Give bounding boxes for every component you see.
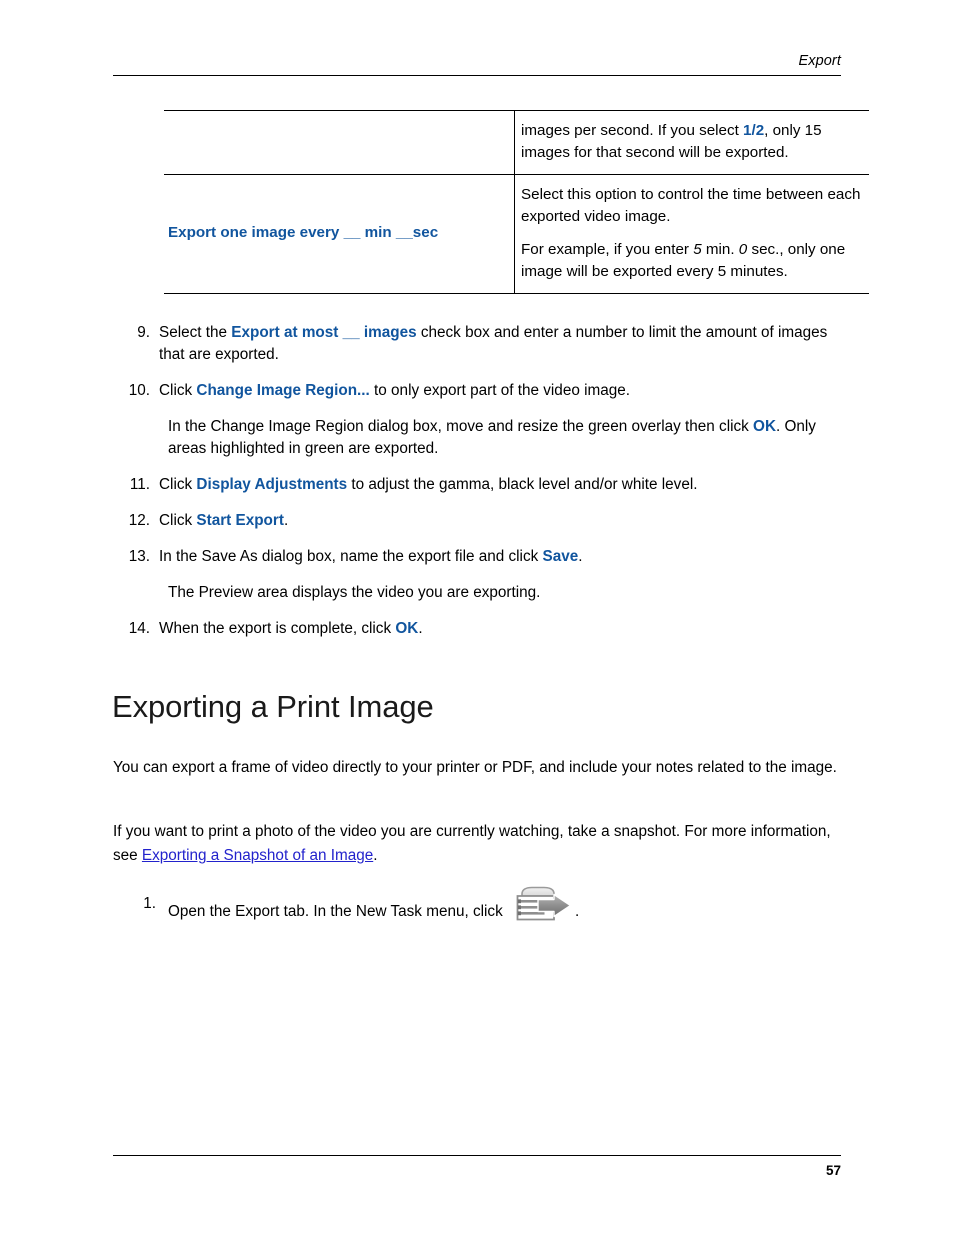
ui-term-change-image-region: Change Image Region... [196,382,370,399]
procedure-steps-continued: 9. Select the Export at most __ images c… [113,322,843,654]
table-cell-option-label: Export one image every __ min __sec [164,174,515,294]
step-text: Click Change Image Region... to only exp… [159,380,843,402]
export-image-icon [513,886,573,924]
step-10-subparagraph: In the Change Image Region dialog box, m… [168,416,843,460]
step-text: Open the Export tab. In the New Task men… [168,886,843,931]
table-row: images per second. If you select 1/2, on… [164,110,869,175]
table-description-paragraph: images per second. If you select 1/2, on… [521,120,861,163]
page-header: Export [113,52,841,76]
list-item-step-9: 9. Select the Export at most __ images c… [113,322,843,366]
step-number: 9. [137,324,150,341]
procedure-steps-print-image: 1. Open the Export tab. In the New Task … [113,886,843,945]
step-13-subparagraph: The Preview area displays the video you … [168,584,541,601]
step-number: 13. [128,548,150,565]
ui-term-ok: OK [395,620,419,637]
document-page: Export images per second. If you select … [0,0,954,1235]
list-item-step-10: 10. Click Change Image Region... to only… [113,380,843,402]
ui-term-ok: OK [753,418,776,435]
page-footer: 57 [113,1155,841,1179]
section-paragraph-2: If you want to print a photo of the vide… [113,820,841,868]
substep-text-pre: In the Change Image Region dialog box, m… [168,418,754,435]
header-rule [113,75,841,76]
ui-term-half: 1/2 [743,122,765,139]
footer-rule [113,1155,841,1156]
step-text-pre: Click [159,476,197,493]
step-text-pre: In the Save As dialog box, name the expo… [159,548,543,565]
option-label-export-one-image-every: Export one image every __ min __sec [168,224,439,242]
table-cell-option-label [164,110,515,175]
step-text: When the export is complete, click OK. [159,618,843,640]
example-text-mid: min. [701,241,739,258]
step-text-pre: Open the Export tab. In the New Task men… [168,903,507,921]
ui-term-save: Save [542,548,579,565]
list-item-step-14: 14. When the export is complete, click O… [113,618,843,640]
step-number: 10. [128,382,150,399]
step-text-pre: Click [159,382,197,399]
table-cell-description: Select this option to control the time b… [514,174,869,294]
ui-term-export-at-most: Export at most __ images [231,324,417,341]
step-text: Click Display Adjustments to adjust the … [159,474,843,496]
step-number: 11. [129,476,150,493]
table-cell-description: images per second. If you select 1/2, on… [514,110,869,175]
example-value-seconds: 0 [738,241,748,258]
step-number: 12. [128,512,150,529]
example-value-minutes: 5 [693,241,702,258]
step-text-post: . [283,512,289,529]
step-paragraph: Click Start Export. [159,510,843,532]
step-paragraph: In the Save As dialog box, name the expo… [159,546,843,568]
step-text: In the Save As dialog box, name the expo… [159,546,843,568]
step-text: Click Start Export. [159,510,843,532]
example-text-pre: For example, if you enter [521,241,694,258]
list-item-step-11: 11. Click Display Adjustments to adjust … [113,474,843,496]
page-number: 57 [825,1163,841,1178]
step-number: 14. [128,620,150,637]
step-text-post: to adjust the gamma, black level and/or … [347,476,698,493]
step-paragraph: Click Change Image Region... to only exp… [159,380,843,402]
step-paragraph: Open the Export tab. In the New Task men… [168,886,843,931]
list-item-step-12: 12. Click Start Export. [113,510,843,532]
paragraph-text-post: . [373,847,378,864]
list-item-step-1: 1. Open the Export tab. In the New Task … [113,886,843,931]
step-text-pre: Select the [159,324,232,341]
list-item-step-13: 13. In the Save As dialog box, name the … [113,546,843,568]
desc-text-pre: images per second. If you select [521,122,744,139]
step-text-post: to only export part of the video image. [369,382,630,399]
step-text-post: . [418,620,423,637]
running-header-title: Export [798,53,841,69]
cross-reference-link[interactable]: Exporting a Snapshot of an Image [142,847,373,864]
step-paragraph: Select the Export at most __ images chec… [159,322,843,366]
ui-term-start-export: Start Export [196,512,284,529]
ui-term-display-adjustments: Display Adjustments [196,476,348,493]
step-text-post: . [574,903,580,921]
table-description-paragraph: Select this option to control the time b… [521,186,861,225]
step-paragraph: Click Display Adjustments to adjust the … [159,474,843,496]
options-table: images per second. If you select 1/2, on… [164,110,869,294]
step-number: 1. [143,895,156,912]
step-text-pre: Click [159,512,197,529]
step-text: Select the Export at most __ images chec… [159,322,843,366]
step-text-post: . [578,548,583,565]
section-paragraph-1: You can export a frame of video directly… [113,759,837,776]
table-example-paragraph: For example, if you enter 5 min. 0 sec.,… [521,239,861,282]
step-paragraph: When the export is complete, click OK. [159,618,843,640]
page-title: Exporting a Print Image [112,689,434,724]
table-row: Export one image every __ min __sec Sele… [164,174,869,294]
step-text-pre: When the export is complete, click [159,620,396,637]
